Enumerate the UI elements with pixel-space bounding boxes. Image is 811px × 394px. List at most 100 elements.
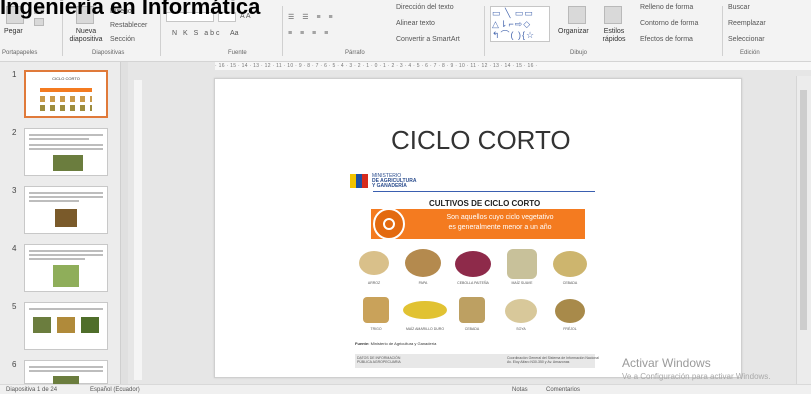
thumbnails-scrollbar[interactable] (120, 62, 128, 384)
shapes-gallery[interactable]: ▭ ╲ ▭▭ △⇂⌐⇨◇ ↰⌒( ){☆ (490, 6, 550, 42)
food-label: PAPA (418, 281, 428, 285)
thumbnail-image (57, 317, 75, 333)
arrange-button[interactable]: Organizar (558, 28, 589, 35)
new-slide-button[interactable]: Nueva diapositiva (66, 28, 106, 44)
thumbnail-number: 4 (12, 244, 17, 253)
shape-outline-button[interactable]: Contorno de forma (640, 20, 698, 27)
group-label-portapapeles: Portapapeles (2, 50, 38, 56)
footer-right-line-2: Av. Eloy Alfaro N30-350 y Av. Amazonas (507, 360, 570, 364)
barley-grain-image (459, 297, 485, 323)
slide-thumbnail-6[interactable] (24, 360, 108, 384)
thumbnail-number: 6 (12, 360, 17, 369)
food-label: SOYA (516, 327, 526, 331)
comments-button[interactable]: Comentarios (546, 385, 580, 394)
text-direction-button[interactable]: Dirección del texto (396, 4, 454, 11)
corn-image (507, 249, 537, 279)
slide-counter: Diapositiva 1 de 24 (6, 387, 58, 393)
onion-image (455, 251, 491, 277)
slide-thumbnail-3[interactable] (24, 186, 108, 234)
paste-button[interactable]: Pegar (4, 28, 23, 35)
food-label: TRIGO (370, 327, 382, 331)
thumbnail-number: 1 (12, 70, 17, 79)
food-label: FRÉJOL (563, 327, 577, 331)
thumbnail-text (29, 196, 103, 198)
find-button[interactable]: Buscar (728, 4, 750, 11)
notes-button[interactable]: Notas (512, 385, 528, 394)
slide-thumbnail-2[interactable] (24, 128, 108, 176)
source-label: Fuente: (355, 341, 370, 346)
quick-styles-icon[interactable] (604, 6, 622, 24)
definition-text: Son aquellos cuyo ciclo vegetativo es ge… (415, 213, 585, 233)
reset-button[interactable]: Restablecer (110, 22, 147, 29)
section-button[interactable]: Sección (110, 36, 135, 43)
soy-image (505, 299, 537, 323)
thumbnail-foods-row (40, 105, 92, 111)
thumbnail-number: 2 (12, 128, 17, 137)
main-scrollbar-thumb[interactable] (800, 90, 807, 330)
thumbnail-title: CICLO CORTO (52, 76, 80, 81)
shape-fill-button[interactable]: Relleno de forma (640, 4, 693, 11)
status-bar: Diapositiva 1 de 24 Español (Ecuador) No… (0, 384, 811, 394)
thumbnail-text (29, 200, 79, 202)
thumbnail-text (29, 138, 89, 140)
source-text: Ministerio de Agricultura y Ganadería (370, 341, 437, 346)
food-label: MAÍZ AMARILLO DURO (405, 327, 445, 331)
divider-line (373, 191, 595, 192)
food-label: CEBOLLA PAITEÑA (457, 281, 489, 285)
replace-button[interactable]: Reemplazar (728, 20, 766, 27)
shape-effects-button[interactable]: Efectos de forma (640, 36, 693, 43)
thumbnail-text (29, 258, 85, 260)
food-label: CEBADA (464, 327, 480, 331)
food-label: ARROZ (367, 281, 381, 285)
ministry-logo-red (362, 174, 368, 188)
barley-image (553, 251, 587, 277)
thumbnail-text (29, 192, 103, 194)
group-label-parrafo: Párrafo (345, 50, 365, 56)
slide-thumbnail-1[interactable]: CICLO CORTO (24, 70, 108, 118)
ministry-line-3: Y GANADERÍA (372, 183, 407, 189)
smartart-button[interactable]: Convertir a SmartArt (396, 36, 460, 43)
slide-thumbnail-4[interactable] (24, 244, 108, 292)
thumbnail-image (53, 265, 79, 287)
food-label: CEBADA (562, 281, 578, 285)
arrange-icon[interactable] (568, 6, 586, 24)
quick-styles-button[interactable]: Estilos rápidos (596, 28, 632, 44)
thumbnail-image (33, 317, 51, 333)
footer-left-line-2: PÚBLICA AGROPECUARIA (357, 360, 401, 364)
list-buttons[interactable]: ☰ ☰ ≡ ≡ (288, 13, 336, 21)
footer-right: Coordinación General del Sistema de Info… (507, 356, 599, 364)
potato-image (405, 249, 441, 277)
plant-icon (373, 208, 405, 240)
horizontal-ruler: · 16 · 15 · 14 · 13 · 12 · 11 · 10 · 9 ·… (215, 62, 811, 70)
yellow-corn-image (403, 301, 447, 319)
format-buttons[interactable]: N K S abc (172, 30, 222, 37)
thumbnail-banner (40, 88, 92, 92)
slide-canvas[interactable]: CICLO CORTO MINISTERIO DE AGRICULTURA Y … (214, 78, 742, 378)
group-label-diapositivas: Diapositivas (92, 50, 125, 56)
activate-windows-subtitle: Ve a Configuración para activar Windows. (622, 372, 771, 381)
change-case-button[interactable]: Aa (230, 30, 239, 37)
align-buttons[interactable]: ≡ ≡ ≡ ≡ (288, 30, 331, 37)
align-text-button[interactable]: Alinear texto (396, 20, 435, 27)
cultivos-heading: CULTIVOS DE CICLO CORTO (429, 199, 541, 208)
food-label: MAÍZ SUAVE (511, 281, 533, 285)
thumbnail-text (29, 308, 103, 310)
separator (282, 6, 283, 56)
slide-title[interactable]: CICLO CORTO (391, 125, 571, 156)
group-label-fuente: Fuente (228, 50, 247, 56)
thumbnail-image (55, 209, 77, 227)
thumbnail-text (29, 370, 103, 372)
separator (722, 6, 723, 56)
plant-icon-inner (383, 218, 395, 230)
wheat-image (363, 297, 389, 323)
thumbnail-number: 3 (12, 186, 17, 195)
vertical-ruler (134, 80, 142, 380)
activate-windows-title: Activar Windows (622, 356, 711, 370)
separator (484, 6, 485, 56)
thumbnail-text (29, 134, 103, 136)
slide-thumbnail-5[interactable] (24, 302, 108, 350)
thumbnail-image (81, 317, 99, 333)
select-button[interactable]: Seleccionar (728, 36, 765, 43)
thumbnail-image (53, 376, 79, 384)
language-indicator[interactable]: Español (Ecuador) (90, 385, 140, 394)
